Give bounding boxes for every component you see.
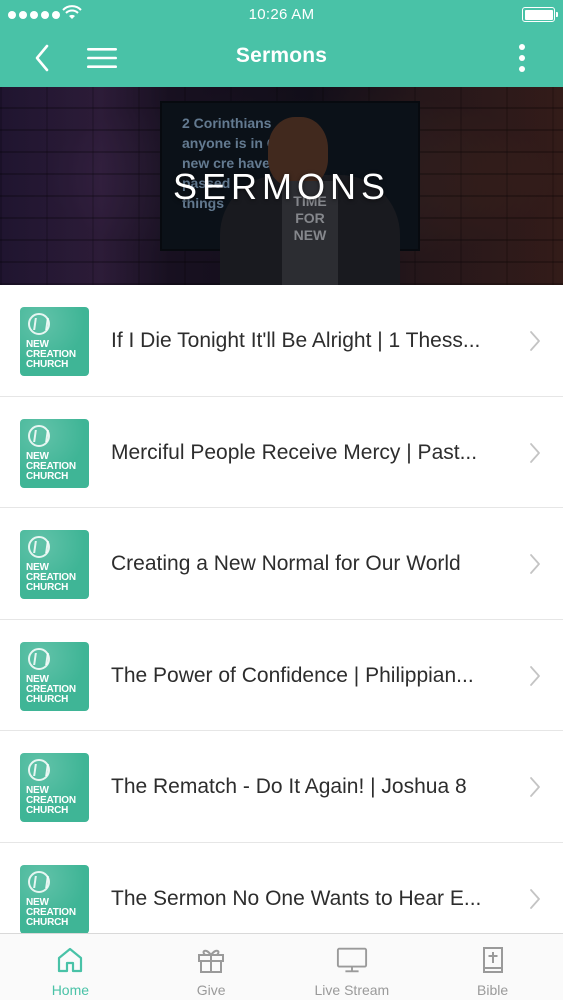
tab-give[interactable]: Give bbox=[141, 934, 282, 1000]
church-logo-thumbnail: NEW CREATION CHURCH bbox=[20, 530, 89, 599]
logo-text: NEW CREATION CHURCH bbox=[26, 673, 76, 705]
church-logo-thumbnail: NEW CREATION CHURCH bbox=[20, 864, 89, 933]
logo-text: NEW CREATION CHURCH bbox=[26, 450, 76, 482]
logo-text-line: CHURCH bbox=[26, 916, 69, 928]
sermon-row[interactable]: NEW CREATION CHURCH Creating a New Normal f… bbox=[0, 508, 563, 620]
more-vertical-icon bbox=[519, 44, 525, 72]
sermon-row[interactable]: NEW CREATION CHURCH Merciful People Receive… bbox=[0, 396, 563, 508]
sermon-row[interactable]: NEW CREATION CHURCH The Rematch - Do It Aga… bbox=[0, 731, 563, 843]
page-title: Sermons bbox=[235, 44, 328, 67]
hero-title: SERMONS bbox=[172, 166, 391, 207]
chevron-right-icon bbox=[530, 442, 540, 463]
logo-text-line: NEW bbox=[26, 450, 49, 462]
sermon-row[interactable]: NEW CREATION CHURCH The Power of Confidence… bbox=[0, 619, 563, 731]
top-bar: 10:26 AM Sermons bbox=[0, 0, 563, 87]
tab-bible[interactable]: Bible bbox=[422, 934, 563, 1000]
tab-label: Bible bbox=[477, 982, 509, 998]
logo-text-line: CHURCH bbox=[26, 693, 69, 705]
logo-text: NEW CREATION CHURCH bbox=[26, 786, 76, 816]
logo-mark-icon bbox=[28, 424, 50, 447]
chevron-right-icon bbox=[530, 331, 540, 351]
church-logo-thumbnail: NEW CREATION CHURCH bbox=[20, 753, 89, 822]
battery-icon bbox=[522, 7, 558, 22]
tab-label: Home bbox=[51, 982, 90, 998]
tab-label: Live Stream bbox=[314, 982, 390, 998]
chevron-right-icon bbox=[530, 554, 540, 574]
tab-home[interactable]: Home bbox=[0, 934, 141, 1000]
sermon-title: The Sermon No One Wants to Hear E... bbox=[111, 886, 482, 910]
logo-mark-icon bbox=[28, 647, 50, 670]
home-icon bbox=[54, 944, 86, 976]
logo-text-line: CHURCH bbox=[26, 359, 69, 370]
logo-text: NEW CREATION CHURCH bbox=[26, 340, 76, 370]
more-options-button[interactable] bbox=[507, 38, 537, 78]
gift-icon bbox=[195, 944, 227, 976]
logo-text-line: NEW bbox=[26, 896, 49, 908]
chevron-right-icon bbox=[530, 665, 540, 686]
logo-mark-icon bbox=[28, 870, 50, 893]
sermon-title: If I Die Tonight It'll Be Alright | 1 Th… bbox=[111, 329, 481, 352]
tab-label: Give bbox=[196, 982, 226, 998]
sermon-title: Creating a New Normal for Our World bbox=[111, 552, 461, 575]
logo-text-line: CREATION bbox=[26, 906, 76, 918]
monitor-icon bbox=[336, 944, 368, 976]
logo-text: NEW CREATION CHURCH bbox=[26, 563, 76, 593]
logo-text-line: CREATION bbox=[26, 460, 76, 472]
logo-text-line: CREATION bbox=[26, 683, 76, 695]
tab-bar: Home Give Live Stream Bible bbox=[0, 933, 563, 1000]
church-logo-thumbnail: NEW CREATION CHURCH bbox=[20, 641, 89, 711]
logo-mark-icon bbox=[28, 313, 50, 335]
church-logo-thumbnail: NEW CREATION CHURCH bbox=[20, 307, 89, 376]
tab-live-stream[interactable]: Live Stream bbox=[282, 934, 423, 1000]
logo-text: NEW CREATION CHURCH bbox=[26, 896, 76, 928]
status-time: 10:26 AM bbox=[248, 6, 315, 23]
logo-mark-icon bbox=[28, 536, 50, 558]
status-bar: 10:26 AM bbox=[0, 0, 563, 30]
nav-bar: Sermons bbox=[0, 30, 563, 87]
logo-text-line: CHURCH bbox=[26, 582, 69, 593]
bible-icon bbox=[477, 944, 509, 976]
logo-text-line: CHURCH bbox=[26, 470, 69, 482]
sermon-row[interactable]: NEW CREATION CHURCH The Sermon No One Wants… bbox=[0, 842, 563, 933]
logo-text-line: CHURCH bbox=[26, 805, 69, 816]
sermon-title: The Power of Confidence | Philippian... bbox=[111, 663, 474, 687]
chevron-right-icon bbox=[530, 888, 540, 909]
sermon-title: The Rematch - Do It Again! | Joshua 8 bbox=[111, 775, 467, 798]
logo-mark-icon bbox=[28, 759, 50, 781]
chevron-right-icon bbox=[530, 777, 540, 797]
sermon-row[interactable]: NEW CREATION CHURCH If I Die Tonight It'll … bbox=[0, 285, 563, 397]
logo-text-line: NEW bbox=[26, 673, 49, 685]
sermon-title: Merciful People Receive Mercy | Past... bbox=[111, 440, 478, 464]
church-logo-thumbnail: NEW CREATION CHURCH bbox=[20, 418, 89, 488]
hero-banner: 2 Corinthians anyone is in C is a new cr… bbox=[0, 87, 563, 285]
sermon-list: NEW CREATION CHURCH If I Die Tonight It'll … bbox=[0, 285, 563, 933]
